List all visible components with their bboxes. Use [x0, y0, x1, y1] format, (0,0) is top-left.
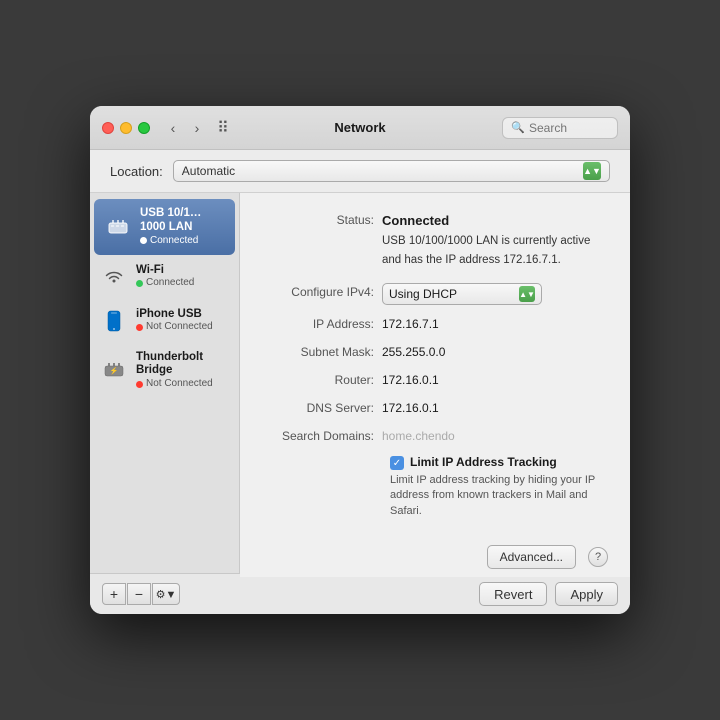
configure-row: Configure IPv4: Using DHCP ▲▼ — [262, 283, 608, 305]
svg-text:⚡: ⚡ — [110, 366, 119, 375]
limit-ip-tracking-label: Limit IP Address Tracking — [410, 455, 557, 469]
maximize-button[interactable] — [138, 122, 150, 134]
search-domains-row: Search Domains: home.chendo — [262, 427, 608, 445]
iphone-usb-name: iPhone USB — [136, 308, 213, 322]
sidebar-item-thunderbolt[interactable]: ⚡ Thunderbolt Bridge Not Connected — [90, 343, 239, 399]
router-value: 172.16.0.1 — [382, 371, 439, 389]
configure-ipv4-select[interactable]: Using DHCP ▲▼ — [382, 283, 542, 305]
back-button[interactable]: ‹ — [162, 117, 184, 139]
minimize-button[interactable] — [120, 122, 132, 134]
phone-icon — [100, 307, 128, 335]
sidebar-item-iphone-usb[interactable]: iPhone USB Not Connected — [90, 299, 239, 343]
subnet-value: 255.255.0.0 — [382, 343, 445, 361]
sidebar-item-wifi[interactable]: Wi-Fi Connected — [90, 255, 239, 299]
thunderbolt-icon: ⚡ — [100, 356, 128, 384]
ip-value: 172.16.7.1 — [382, 315, 439, 333]
status-row: Status: Connected USB 10/100/1000 LAN is… — [262, 211, 608, 269]
thunderbolt-status-dot — [136, 381, 143, 388]
status-value: Connected — [382, 213, 449, 228]
action-buttons: Revert Apply — [479, 582, 618, 606]
usb-lan-info: USB 10/1…1000 LAN Connected — [140, 207, 225, 247]
subnet-row: Subnet Mask: 255.255.0.0 — [262, 343, 608, 361]
location-select[interactable]: Automatic ▲▼ — [173, 160, 610, 182]
configure-arrow-icon: ▲▼ — [519, 286, 535, 302]
close-button[interactable] — [102, 122, 114, 134]
grid-icon[interactable]: ⠿ — [212, 117, 234, 139]
dns-row: DNS Server: 172.16.0.1 — [262, 399, 608, 417]
status-values: Connected USB 10/100/1000 LAN is current… — [382, 211, 608, 269]
advanced-button[interactable]: Advanced... — [487, 545, 576, 569]
thunderbolt-name: Thunderbolt Bridge — [136, 351, 229, 379]
detail-actions: Advanced... ? — [240, 537, 630, 577]
wifi-status: Connected — [136, 277, 194, 289]
thunderbolt-info: Thunderbolt Bridge Not Connected — [136, 351, 229, 391]
nav-buttons: ‹ › — [162, 117, 208, 139]
router-label: Router: — [262, 371, 382, 389]
location-value: Automatic — [182, 164, 235, 178]
thunderbolt-status: Not Connected — [136, 378, 229, 390]
iphone-usb-status: Not Connected — [136, 321, 213, 333]
usb-lan-status: Connected — [140, 235, 225, 247]
dns-label: DNS Server: — [262, 399, 382, 417]
search-input[interactable] — [529, 121, 609, 135]
search-icon: 🔍 — [511, 121, 525, 134]
ip-label: IP Address: — [262, 315, 382, 333]
search-domains-label: Search Domains: — [262, 427, 382, 445]
status-description: USB 10/100/1000 LAN is currently active … — [382, 235, 590, 266]
window-title: Network — [334, 120, 385, 135]
main-content: USB 10/1…1000 LAN Connected Wi- — [90, 193, 630, 573]
detail-panel: Status: Connected USB 10/100/1000 LAN is… — [240, 193, 630, 537]
remove-network-button[interactable]: − — [127, 583, 151, 605]
status-label: Status: — [262, 211, 382, 229]
dns-value: 172.16.0.1 — [382, 399, 439, 417]
limit-ip-tracking-row: ✓ Limit IP Address Tracking — [390, 455, 608, 470]
iphone-usb-status-dot — [136, 324, 143, 331]
wifi-info: Wi-Fi Connected — [136, 264, 194, 290]
network-preferences-window: ‹ › ⠿ Network 🔍 Location: Automatic ▲▼ — [90, 106, 630, 614]
help-button[interactable]: ? — [588, 547, 608, 567]
location-label: Location: — [110, 164, 163, 179]
forward-button[interactable]: › — [186, 117, 208, 139]
ip-row: IP Address: 172.16.7.1 — [262, 315, 608, 333]
detail-area: Status: Connected USB 10/100/1000 LAN is… — [240, 193, 630, 573]
iphone-usb-info: iPhone USB Not Connected — [136, 308, 213, 334]
ethernet-icon — [104, 213, 132, 241]
title-bar: ‹ › ⠿ Network 🔍 — [90, 106, 630, 150]
add-network-button[interactable]: + — [102, 583, 126, 605]
limit-ip-tracking-description: Limit IP address tracking by hiding your… — [390, 473, 608, 519]
usb-lan-status-dot — [140, 237, 147, 244]
revert-button[interactable]: Revert — [479, 582, 547, 606]
configure-value: Using DHCP — [389, 287, 457, 301]
search-domains-value: home.chendo — [382, 427, 455, 445]
wifi-icon — [100, 263, 128, 291]
configure-label: Configure IPv4: — [262, 283, 382, 301]
apply-button[interactable]: Apply — [555, 582, 618, 606]
sidebar-controls: + − ⚙▼ — [102, 583, 180, 605]
wifi-name: Wi-Fi — [136, 264, 194, 278]
search-bar[interactable]: 🔍 — [502, 117, 618, 139]
limit-ip-tracking-checkbox[interactable]: ✓ — [390, 456, 404, 470]
router-row: Router: 172.16.0.1 — [262, 371, 608, 389]
wifi-status-dot — [136, 280, 143, 287]
location-bar: Location: Automatic ▲▼ — [90, 150, 630, 193]
sidebar-item-usb-lan[interactable]: USB 10/1…1000 LAN Connected — [94, 199, 235, 255]
bottom-bar: + − ⚙▼ Revert Apply — [90, 573, 630, 614]
usb-lan-name: USB 10/1…1000 LAN — [140, 207, 225, 235]
sidebar: USB 10/1…1000 LAN Connected Wi- — [90, 193, 240, 573]
subnet-label: Subnet Mask: — [262, 343, 382, 361]
network-actions-button[interactable]: ⚙▼ — [152, 583, 180, 605]
traffic-lights — [102, 122, 150, 134]
location-arrow-icon: ▲▼ — [583, 162, 601, 180]
